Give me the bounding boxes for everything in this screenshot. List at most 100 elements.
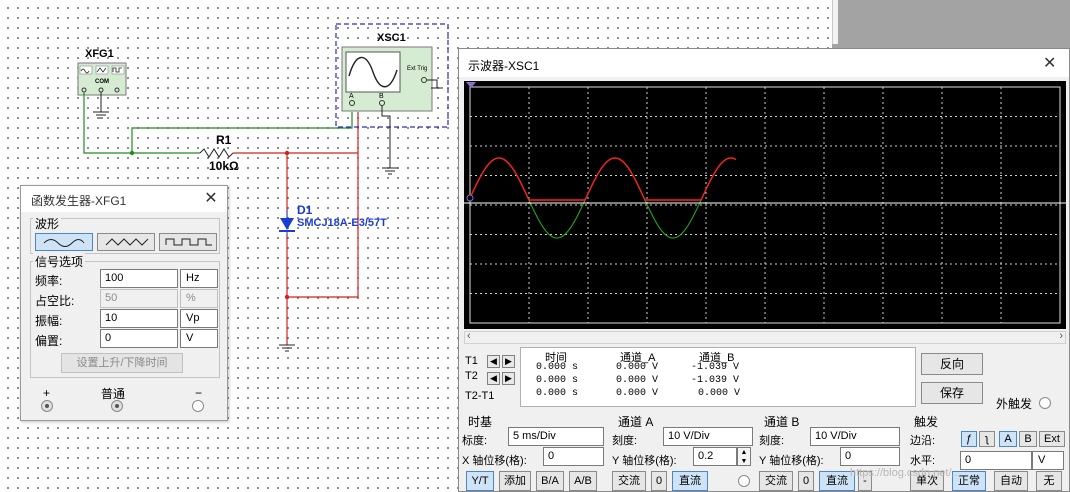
xsc-b-label: B xyxy=(379,93,384,100)
trigger-level-unit-select[interactable]: V xyxy=(1032,451,1064,470)
square-wave-button[interactable] xyxy=(159,233,217,251)
sine-wave-icon xyxy=(43,239,85,247)
trigger-level-input[interactable]: 0 xyxy=(960,451,1032,470)
trigger-source-b-button[interactable]: B xyxy=(1019,431,1037,447)
yt-mode-button[interactable]: Y/T xyxy=(466,471,494,491)
channel-a-terminal[interactable] xyxy=(738,475,750,487)
t2-t1-label: T2-T1 xyxy=(465,390,495,402)
channel-a-scale-label: 刻度: xyxy=(612,435,638,447)
channel-a-ypos-spinner[interactable]: ▲ ▼ xyxy=(737,447,751,466)
xfg-label: XFG1 xyxy=(85,48,114,60)
r1-label: R1 xyxy=(216,133,232,147)
scope-title: 示波器-XSC1 xyxy=(468,59,540,73)
falling-edge-icon[interactable]: ʅ xyxy=(979,431,995,447)
reverse-button[interactable]: 反向 xyxy=(921,353,983,375)
close-icon[interactable]: ✕ xyxy=(201,189,221,209)
channel-b-ypos-label: Y 轴位移(格): xyxy=(759,455,824,467)
trigger-auto-button[interactable]: 自动 xyxy=(994,471,1028,491)
channel-b-scale-label: 刻度: xyxy=(759,435,785,447)
amp-label: 振幅: xyxy=(35,314,63,328)
common-terminal[interactable] xyxy=(111,400,123,412)
amp-input[interactable]: 10 xyxy=(100,309,178,328)
minus-terminal[interactable] xyxy=(192,400,204,412)
readout-t1-time: 0.000 s xyxy=(536,362,579,373)
rise-fall-time-button: 设置上升/下降时间 xyxy=(61,353,183,373)
trigger-source-ext-button[interactable]: Ext xyxy=(1039,431,1065,447)
channel-b-scale-input[interactable]: 10 V/Div xyxy=(810,427,900,446)
freq-label: 频率: xyxy=(35,274,63,288)
common-terminal-label: 普通 xyxy=(101,387,126,401)
square-wave-icon xyxy=(165,238,212,246)
channel-a-dc-button[interactable]: 直流 xyxy=(672,471,708,491)
cursor-readout-table: 时间 通道_A 通道_B 0.000 s 0.000 V -1.039 V 0.… xyxy=(520,347,916,407)
xsc-ext-trig-label: Ext Trig xyxy=(407,66,428,72)
readout-t2-a: 0.000 V xyxy=(616,375,659,386)
timebase-xpos-input[interactable]: 0 xyxy=(543,447,604,466)
trigger-none-button[interactable]: 无 xyxy=(1036,471,1062,491)
channel-a-ac-button[interactable]: 交流 xyxy=(612,471,646,491)
xsc-label: XSC1 xyxy=(377,32,406,44)
channel-a-zero-button[interactable]: 0 xyxy=(651,471,667,491)
channel-a-ypos-input[interactable]: 0.2 xyxy=(693,447,737,466)
timebase-scale-input[interactable]: 5 ms/Div xyxy=(508,427,604,446)
trigger-title: 触发 xyxy=(914,415,939,429)
readout-t2-time: 0.000 s xyxy=(536,375,579,386)
oscilloscope-window[interactable]: 示波器-XSC1 ✕ ‹ › T1 T2 T2-T1 ◀ ▶ ◀ ▶ 时间 通道… xyxy=(458,48,1070,492)
ext-trigger-terminal[interactable] xyxy=(1039,397,1051,409)
ba-mode-button[interactable]: B/A xyxy=(536,471,564,491)
spin-up-icon[interactable]: ▲ xyxy=(741,449,748,456)
plus-terminal[interactable] xyxy=(41,400,53,412)
rising-edge-icon[interactable]: ƒ xyxy=(961,431,977,447)
diode-symbol[interactable] xyxy=(279,210,295,236)
scope-scrollbar[interactable]: ‹ › xyxy=(464,330,1066,344)
trigger-source-a-button[interactable]: A xyxy=(999,431,1017,447)
triangle-wave-button[interactable] xyxy=(97,233,155,251)
scope-screen[interactable] xyxy=(464,81,1066,329)
channel-a-offset-marker[interactable] xyxy=(466,194,474,202)
funcgen-titlebar[interactable]: 函数发生器-XFG1 xyxy=(21,186,227,212)
readout-dt-b: 0.000 V xyxy=(698,388,741,399)
t1-left-arrow-icon[interactable]: ◀ xyxy=(487,355,500,368)
scroll-right-icon[interactable]: › xyxy=(1059,330,1063,342)
amp-unit-select[interactable]: Vp xyxy=(180,309,218,328)
trigger-level-label: 水平: xyxy=(910,455,936,467)
freq-input[interactable]: 100 xyxy=(100,269,178,288)
spin-down-icon[interactable]: ▼ xyxy=(741,458,748,465)
duty-unit: % xyxy=(180,289,218,308)
ab-mode-button[interactable]: A/B xyxy=(569,471,597,491)
scope-titlebar[interactable] xyxy=(459,49,1069,77)
t1-right-arrow-icon[interactable]: ▶ xyxy=(502,355,515,368)
xsc-a-label: A xyxy=(349,93,354,100)
channel-b-ypos-input[interactable]: 0 xyxy=(840,447,900,466)
funcgen-title: 函数发生器-XFG1 xyxy=(31,194,127,208)
xfg-com-label: COM xyxy=(95,79,109,85)
triangle-wave-icon xyxy=(105,238,149,246)
channel-a-title: 通道 A xyxy=(618,415,654,429)
scroll-left-icon[interactable]: ‹ xyxy=(467,330,471,342)
offset-unit-select[interactable]: V xyxy=(180,329,218,348)
watermark: https://blog.csdn.net/... xyxy=(850,467,961,479)
timebase-xpos-label: X 轴位移(格): xyxy=(462,455,527,467)
signal-options-label: 信号选项 xyxy=(33,253,86,270)
channel-a-ypos-label: Y 轴位移(格): xyxy=(612,455,677,467)
save-button[interactable]: 保存 xyxy=(921,382,983,404)
freq-unit-select[interactable]: Hz xyxy=(180,269,218,288)
sine-wave-button[interactable] xyxy=(35,233,93,251)
t2-left-arrow-icon[interactable]: ◀ xyxy=(487,372,500,385)
add-mode-button[interactable]: 添加 xyxy=(499,471,531,491)
readout-dt-time: 0.000 s xyxy=(536,388,579,399)
close-icon[interactable]: ✕ xyxy=(1043,53,1056,73)
channel-b-zero-button[interactable]: 0 xyxy=(798,471,814,491)
r1-value: 10kΩ xyxy=(209,159,239,173)
function-generator-window[interactable]: 函数发生器-XFG1 ✕ 波形 信号选项 频率: 100 Hz 占空比: 50 … xyxy=(20,185,228,421)
offset-label: 偏置: xyxy=(35,334,63,348)
ext-trigger-label: 外触发 xyxy=(996,397,1033,411)
duty-label: 占空比: xyxy=(35,294,75,308)
channel-a-scale-input[interactable]: 10 V/Div xyxy=(663,427,753,446)
t1-label: T1 xyxy=(465,355,478,367)
duty-input: 50 xyxy=(100,289,178,308)
t2-label: T2 xyxy=(465,370,478,382)
offset-input[interactable]: 0 xyxy=(100,329,178,348)
channel-b-ac-button[interactable]: 交流 xyxy=(759,471,793,491)
t2-right-arrow-icon[interactable]: ▶ xyxy=(502,372,515,385)
